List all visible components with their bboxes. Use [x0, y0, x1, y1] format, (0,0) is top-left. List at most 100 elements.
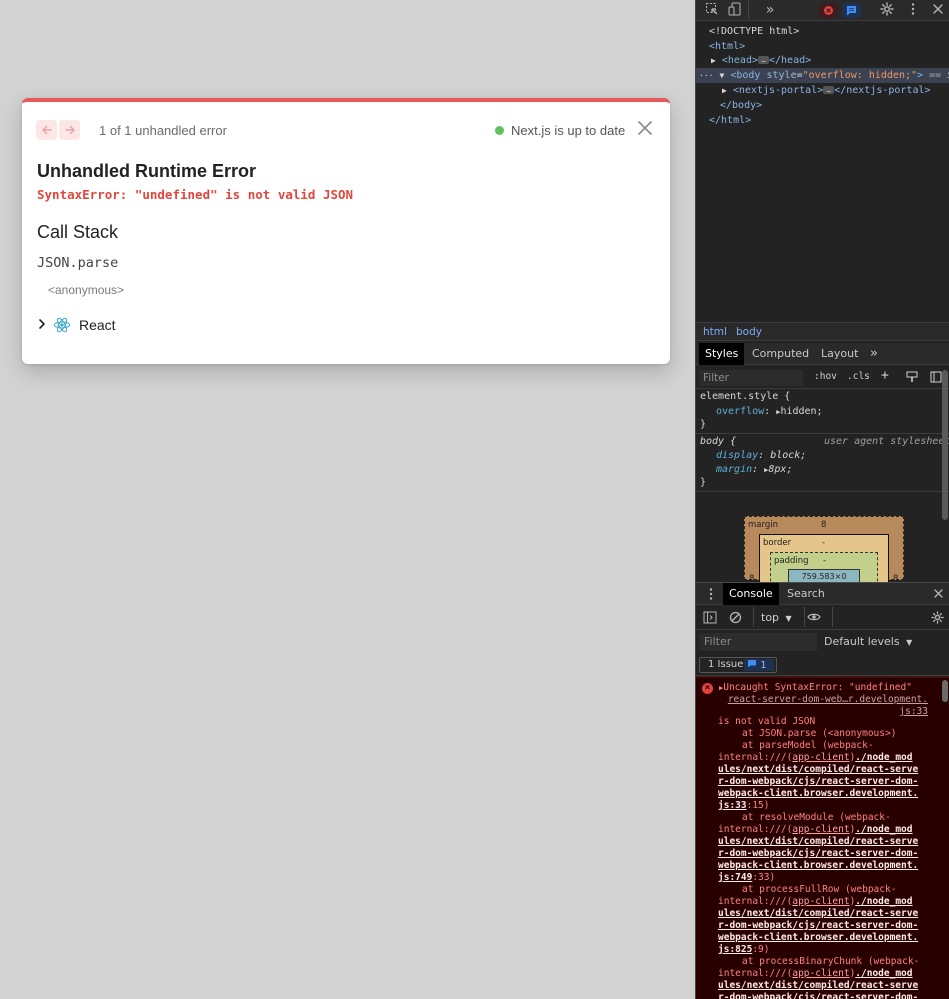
errors-badge[interactable]	[819, 3, 838, 18]
dom-portal-node[interactable]: ▶ <nextjs-portal>… </nextjs-portal>	[696, 83, 949, 98]
ellipsis-badge[interactable]: …	[757, 56, 769, 64]
path-link[interactable]: ./node_mod	[855, 752, 912, 763]
loc-link[interactable]: js:825	[718, 944, 752, 955]
console-settings-icon[interactable]	[931, 611, 944, 627]
close-overlay-button[interactable]	[636, 119, 654, 137]
breadcrumb-body[interactable]: body	[736, 326, 762, 338]
path-cont[interactable]: r-dom-webpack/cjs/react-server-dom-	[718, 992, 918, 999]
path-cont[interactable]: ules/next/dist/compiled/react-serve	[718, 764, 918, 776]
dom-doctype[interactable]: <!DOCTYPE html>	[696, 24, 949, 39]
path-link[interactable]: ./node_mod	[855, 968, 912, 979]
close-icon	[638, 121, 652, 135]
tab-computed[interactable]: Computed	[746, 343, 815, 365]
issues-badge[interactable]	[842, 3, 861, 18]
element-style-declaration[interactable]: overflow: ▶hidden;	[716, 405, 823, 419]
stack-loc-2[interactable]: js:749:33)	[718, 872, 775, 884]
react-logo-icon	[53, 316, 71, 334]
box-model-padding-value[interactable]: -	[823, 556, 826, 566]
console-filter-input[interactable]: Filter	[699, 633, 817, 651]
collapse-triangle-icon[interactable]: ▼	[719, 71, 724, 80]
expand-triangle-icon[interactable]: ▶	[711, 56, 716, 65]
styles-filter-bar: Filter :hov .cls +	[696, 367, 949, 389]
stack-loc-1[interactable]: js:33:15)	[718, 800, 770, 812]
path-cont[interactable]: ules/next/dist/compiled/react-serve	[718, 908, 918, 920]
tab-layout[interactable]: Layout	[815, 343, 864, 365]
hover-state-toggle[interactable]: :hov	[814, 371, 837, 382]
issues-row: 1 Issue: 1	[696, 654, 949, 676]
error-source-link[interactable]: react-server-dom-web…r.development. js:3…	[728, 694, 928, 718]
stack-path-1[interactable]: internal:///(app-client)./node_mod	[718, 752, 913, 764]
inspect-element-icon[interactable]	[704, 2, 720, 18]
toggle-sidebar-icon[interactable]	[930, 371, 942, 386]
stack-loc-3[interactable]: js:825:9)	[718, 944, 770, 956]
app-client-link[interactable]: app-client	[792, 824, 849, 835]
path-link[interactable]: ./node_mod	[855, 896, 912, 907]
drawer-menu-icon[interactable]	[700, 583, 722, 605]
path-cont[interactable]: r-dom-webpack/cjs/react-server-dom-	[718, 848, 918, 860]
class-toggle[interactable]: .cls	[847, 371, 870, 382]
tab-search[interactable]: Search	[781, 583, 831, 605]
app-client-link[interactable]: app-client	[792, 752, 849, 763]
box-model-border-value[interactable]: -	[822, 538, 825, 548]
breadcrumb-html[interactable]: html	[703, 326, 727, 338]
paint-brush-icon[interactable]	[906, 371, 918, 386]
clear-console-icon[interactable]	[729, 611, 742, 627]
styles-filter-input[interactable]: Filter	[699, 370, 803, 386]
path-link[interactable]: ./node_mod	[855, 824, 912, 835]
issues-button[interactable]: 1 Issue: 1	[699, 657, 777, 673]
dom-html-close[interactable]: </html>	[696, 113, 949, 128]
collapsed-frames-toggle[interactable]: React	[37, 314, 116, 336]
path-cont[interactable]: webpack-client.browser.development.	[718, 932, 918, 944]
dom-html-open[interactable]: <html>	[696, 39, 949, 54]
kebab-menu-icon[interactable]	[905, 2, 921, 18]
stack-frame-function[interactable]: JSON.parse	[37, 255, 118, 271]
tab-console[interactable]: Console	[723, 583, 779, 605]
more-tabs-icon[interactable]: »	[762, 2, 778, 18]
ellipsis-badge[interactable]: …	[823, 86, 835, 94]
app-client-link[interactable]: app-client	[792, 968, 849, 979]
path-cont[interactable]: webpack-client.browser.development.	[718, 788, 918, 800]
internal-prefix: internal:///(	[718, 968, 793, 979]
body-attr-name: style	[766, 70, 797, 81]
error-overlay-dialog: 1 of 1 unhandled error Next.js is up to …	[22, 98, 670, 364]
console-scrollbar[interactable]	[942, 680, 948, 702]
settings-gear-icon[interactable]	[879, 2, 895, 18]
log-levels-dropdown[interactable]: Default levels ▼	[824, 635, 912, 648]
live-expression-eye-icon[interactable]	[807, 611, 821, 626]
error-title: Unhandled Runtime Error	[37, 161, 257, 181]
css-property-margin: margin	[716, 464, 753, 475]
path-cont[interactable]: ules/next/dist/compiled/react-serve	[718, 836, 918, 848]
close-drawer-icon[interactable]	[927, 583, 949, 605]
stack-path-3[interactable]: internal:///(app-client)./node_mod	[718, 896, 913, 908]
portal-close-tag: </nextjs-portal>	[834, 85, 931, 96]
stack-path-4[interactable]: internal:///(app-client)./node_mod	[718, 968, 913, 980]
more-panels-icon[interactable]: »	[864, 343, 884, 365]
styles-scrollbar[interactable]	[942, 370, 948, 520]
dom-head-node[interactable]: ▶ <head>… </head>	[696, 53, 949, 68]
close-devtools-icon[interactable]	[930, 2, 946, 18]
path-cont[interactable]: r-dom-webpack/cjs/react-server-dom-	[718, 776, 918, 788]
device-toolbar-icon[interactable]	[727, 2, 743, 18]
sidebar-toggle-icon[interactable]	[703, 611, 717, 627]
new-style-rule-icon[interactable]: +	[881, 368, 889, 383]
context-selector[interactable]: top ▼	[761, 611, 792, 624]
error-headline[interactable]: ▶Uncaught SyntaxError: "undefined"	[719, 682, 912, 695]
box-model-margin-value[interactable]: 8	[821, 520, 826, 530]
dom-body-close[interactable]: </body>	[696, 98, 949, 113]
dom-body-node-selected[interactable]: ··· ▼ <body style="overflow: hidden;"> =…	[696, 68, 949, 83]
path-cont[interactable]: ules/next/dist/compiled/react-serve	[718, 980, 918, 992]
expand-triangle-icon[interactable]: ▶	[722, 86, 727, 95]
stack-path-2[interactable]: internal:///(app-client)./node_mod	[718, 824, 913, 836]
loc-link[interactable]: js:33	[718, 800, 747, 811]
previous-error-button[interactable]	[36, 120, 57, 140]
status-indicator-dot	[495, 126, 504, 135]
body-close-tag: </body>	[720, 100, 763, 111]
selected-node-marker: == $0	[929, 70, 949, 81]
box-model-diagram: margin 8 8 8 border - padding - 759.583×…	[744, 516, 904, 594]
path-cont[interactable]: r-dom-webpack/cjs/react-server-dom-	[718, 920, 918, 932]
path-cont[interactable]: webpack-client.browser.development.	[718, 860, 918, 872]
tab-styles[interactable]: Styles	[699, 343, 745, 365]
next-error-button[interactable]	[59, 120, 80, 140]
loc-link[interactable]: js:749	[718, 872, 752, 883]
app-client-link[interactable]: app-client	[792, 896, 849, 907]
